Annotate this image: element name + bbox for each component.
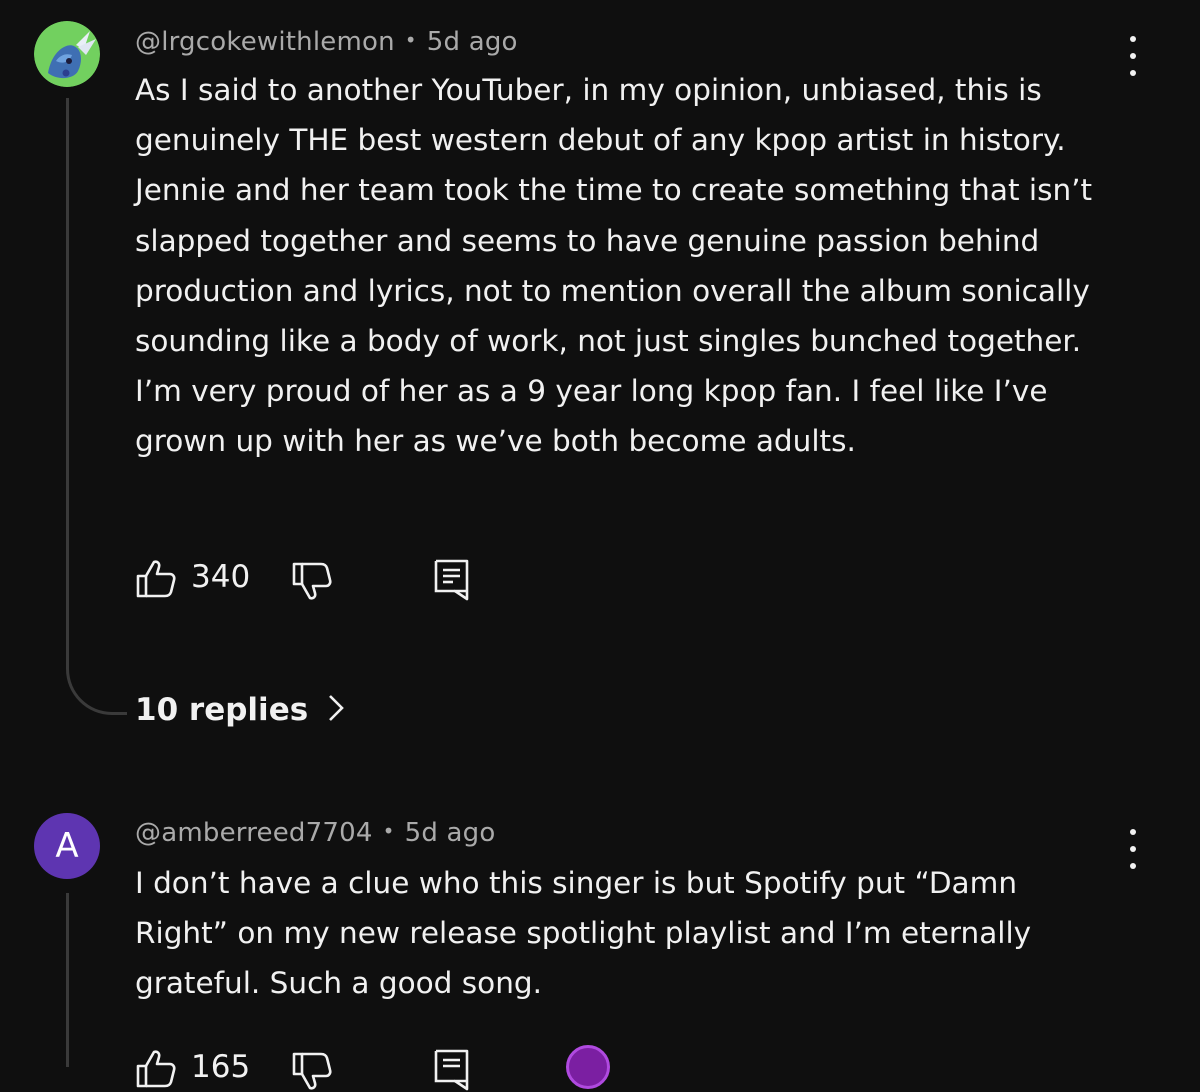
comment-meta: @amberreed7704 • 5d ago bbox=[135, 818, 495, 848]
more-options-icon[interactable] bbox=[1117, 829, 1149, 869]
comment-text: As I said to another YouTuber, in my opi… bbox=[135, 73, 1093, 459]
thumbs-up-icon[interactable] bbox=[135, 1048, 177, 1090]
like-count: 165 bbox=[191, 1049, 251, 1085]
thumbs-up-icon[interactable] bbox=[135, 558, 177, 600]
creator-heart-avatar bbox=[566, 1045, 610, 1089]
dragon-avatar-icon bbox=[34, 21, 100, 87]
reply-icon[interactable] bbox=[433, 1048, 471, 1092]
comment-author[interactable]: @amberreed7704 bbox=[135, 818, 373, 848]
thread-line bbox=[66, 98, 69, 662]
thread-curve bbox=[66, 660, 127, 715]
chevron-right-icon bbox=[329, 695, 345, 721]
comment-actions: 165 bbox=[135, 1048, 735, 1092]
thumbs-down-icon[interactable] bbox=[291, 1050, 333, 1092]
view-replies-button[interactable]: 10 replies bbox=[135, 692, 345, 728]
thumbs-down-icon[interactable] bbox=[291, 560, 333, 602]
comment-timestamp[interactable]: 5d ago bbox=[405, 818, 496, 848]
user-avatar[interactable] bbox=[34, 21, 100, 87]
comment-meta: @lrgcokewithlemon • 5d ago bbox=[135, 27, 518, 57]
comment-text: I don’t have a clue who this singer is b… bbox=[135, 866, 1032, 1001]
comment-actions: 340 bbox=[135, 558, 735, 602]
comment-timestamp[interactable]: 5d ago bbox=[427, 27, 518, 57]
reply-icon[interactable] bbox=[433, 558, 471, 602]
user-avatar[interactable]: A bbox=[34, 813, 100, 879]
more-options-icon[interactable] bbox=[1117, 36, 1149, 76]
meta-separator: • bbox=[404, 28, 417, 52]
avatar-letter: A bbox=[55, 826, 79, 866]
like-count: 340 bbox=[191, 559, 251, 595]
replies-count-label: 10 replies bbox=[135, 692, 309, 728]
comment-author[interactable]: @lrgcokewithlemon bbox=[135, 27, 395, 57]
meta-separator: • bbox=[382, 819, 395, 843]
thread-line bbox=[66, 893, 69, 1067]
